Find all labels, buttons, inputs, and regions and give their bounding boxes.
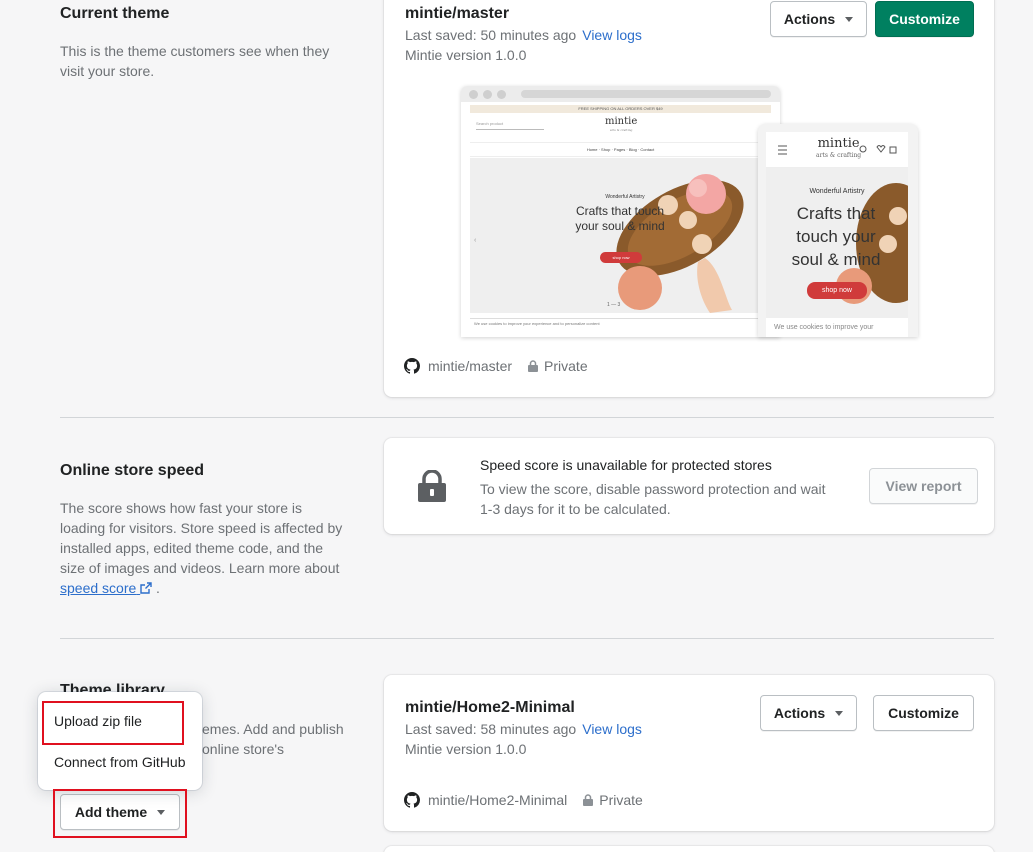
window-dot (469, 90, 478, 99)
current-theme-heading: Current theme (60, 5, 170, 22)
section-divider (60, 417, 994, 418)
speed-card-description: To view the score, disable password prot… (480, 481, 826, 517)
preview-search: Search product (476, 121, 544, 130)
preview-logo: mintie arts & crafting (605, 116, 638, 133)
announcement-bar: FREE SHIPPING ON ALL ORDERS OVER $49 (470, 105, 771, 113)
section-divider (60, 638, 994, 639)
mobile-hero-headline: Crafts that touch your soul & mind (791, 204, 881, 269)
address-bar (521, 90, 771, 98)
caret-down-icon (845, 16, 854, 22)
window-dot (483, 90, 492, 99)
current-theme-description: This is the theme customers see when the… (60, 43, 330, 79)
preview-menu: Home · Shop · Pages · Blog · Contact (470, 143, 771, 157)
mobile-preview: mintie arts & crafting Wonderful Artistry… (758, 124, 918, 337)
svg-text:1 — 3: 1 — 3 (607, 302, 621, 308)
view-logs-link[interactable]: View logs (582, 27, 642, 43)
library-theme-meta: Last saved: 58 minutes ago View logs (405, 719, 642, 739)
hero-kicker: Wonderful Artistry (605, 194, 645, 200)
view-report-button[interactable]: View report (869, 468, 978, 504)
actions-button[interactable]: Actions (770, 1, 867, 37)
window-dot (497, 90, 506, 99)
speed-card-title: Speed score is unavailable for protected… (480, 457, 772, 473)
view-logs-link[interactable]: View logs (582, 721, 642, 737)
desktop-preview: FREE SHIPPING ON ALL ORDERS OVER $49 Sea… (461, 86, 780, 337)
hero-shop-button: shop now (600, 252, 642, 263)
hero-image: ‹ 1 — 3 (474, 174, 744, 313)
mobile-shop-button: shop now (807, 282, 867, 299)
speed-description: The score shows how fast your store is l… (60, 500, 343, 596)
current-theme-name: mintie/master (405, 5, 510, 22)
speed-heading: Online store speed (60, 462, 205, 479)
library-customize-button[interactable]: Customize (873, 695, 974, 731)
actions-label: Actions (773, 705, 826, 721)
mobile-hero: Wonderful Artistry Crafts that touch you… (766, 168, 908, 318)
repo-name: mintie/master (428, 358, 513, 374)
library-theme-name: mintie/Home2-Minimal (405, 699, 575, 716)
browser-bar (461, 86, 780, 102)
mobile-hero-kicker: Wonderful Artistry (809, 188, 865, 195)
last-saved-text: Last saved: 50 minutes ago (405, 27, 577, 43)
lock-icon (583, 794, 594, 806)
preview-nav: Search product mintie arts & crafting (470, 113, 771, 143)
highlight-box (53, 789, 187, 838)
hero-headline: Crafts that touch your soul & mind (575, 204, 665, 233)
mobile-header: mintie arts & crafting (766, 132, 908, 168)
lock-icon (418, 470, 446, 502)
actions-label: Actions (783, 11, 836, 27)
repo-name: mintie/Home2-Minimal (428, 792, 568, 808)
theme-version: Mintie version 1.0.0 (405, 47, 527, 63)
speed-score-link[interactable]: speed score (60, 580, 152, 596)
highlight-box (42, 701, 184, 745)
library-theme-repo: mintie/Home2-Minimal Private (404, 792, 643, 808)
svg-text:‹: ‹ (474, 237, 477, 244)
next-theme-card (384, 846, 994, 852)
lock-icon (528, 360, 539, 372)
theme-library-description: emes. Add and publish online store's (202, 721, 344, 757)
library-theme-version: Mintie version 1.0.0 (405, 741, 527, 757)
mobile-cookie-bar: We use cookies to improve your (774, 324, 874, 331)
last-saved-text: Last saved: 58 minutes ago (405, 721, 577, 737)
library-actions-button[interactable]: Actions (760, 695, 857, 731)
customize-button[interactable]: Customize (875, 1, 974, 37)
connect-github-menu-item[interactable]: Connect from GitHub (54, 754, 186, 770)
current-theme-meta: Last saved: 50 minutes ago View logs (405, 25, 642, 45)
current-theme-repo: mintie/master Private (404, 358, 588, 374)
visibility-label: Private (544, 358, 588, 374)
github-icon (404, 358, 420, 374)
external-link-icon (140, 582, 152, 594)
caret-down-icon (835, 710, 844, 716)
mobile-logo: mintie arts & crafting (816, 136, 862, 159)
visibility-label: Private (599, 792, 643, 808)
preview-cookie-bar: We use cookies to improve your experienc… (470, 318, 770, 328)
preview-hero: ‹ 1 — 3 Wonderful Artistry Crafts that t… (470, 158, 758, 313)
github-icon (404, 792, 420, 808)
